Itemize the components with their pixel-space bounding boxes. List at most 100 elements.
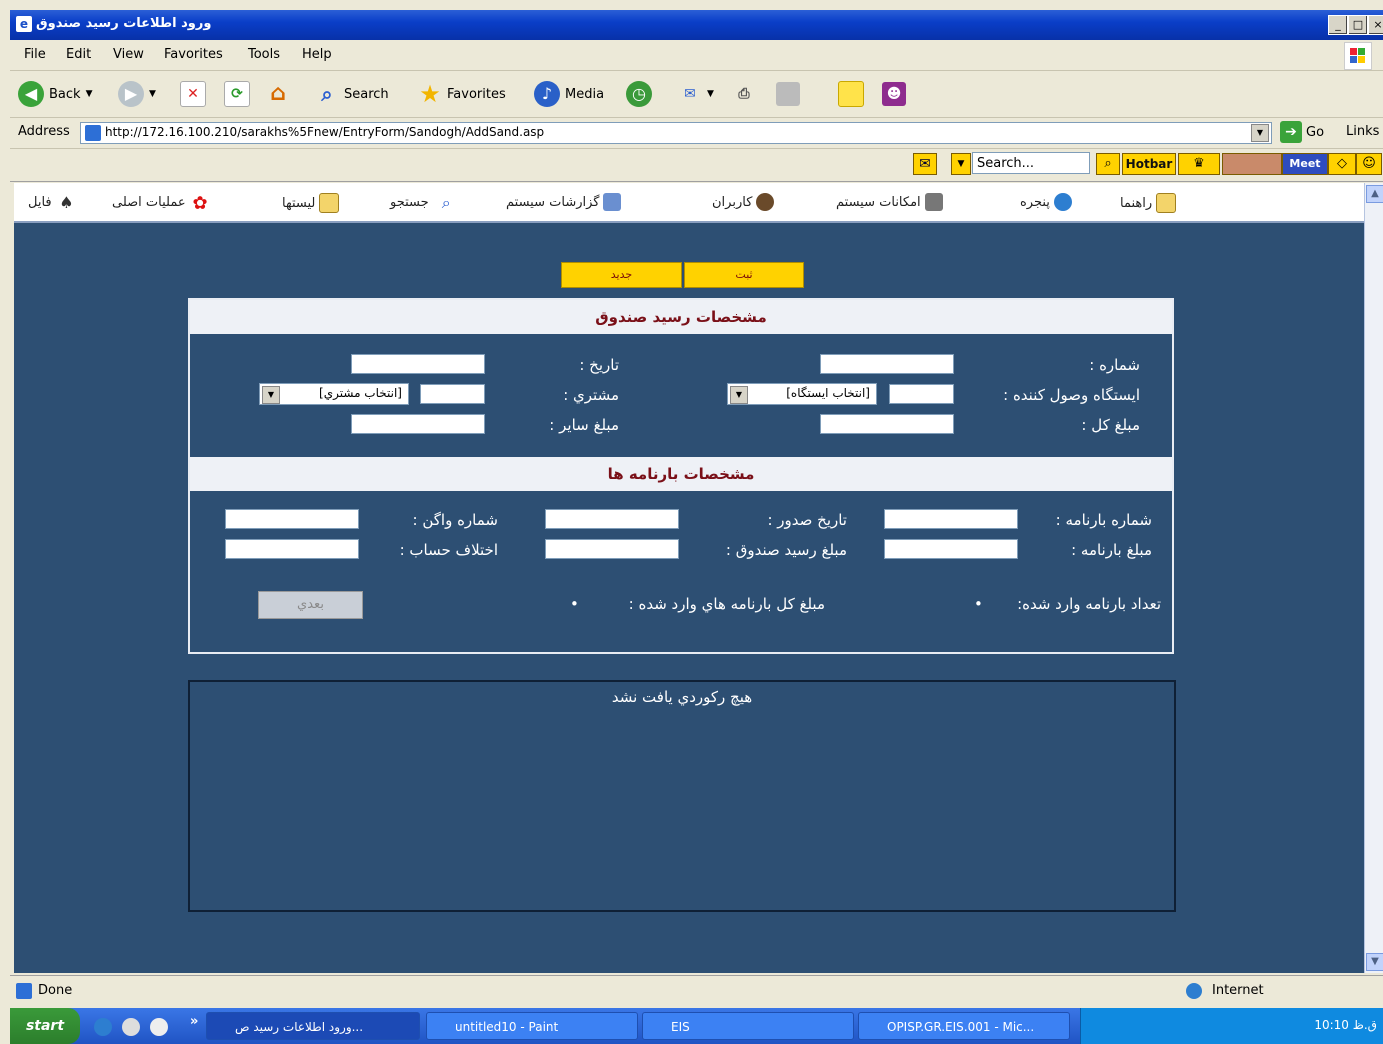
nav-window[interactable]: پنجره — [1020, 193, 1072, 211]
forward-arrow-icon: ▶ — [118, 81, 144, 107]
home-button[interactable]: ⌂ — [266, 79, 290, 109]
dropdown-arrow-icon: ▼ — [730, 386, 748, 404]
close-button[interactable]: × — [1368, 15, 1383, 35]
window-titlebar[interactable]: e ورود اطلاعات رسيد صندوق _ □ × — [10, 10, 1383, 40]
forward-button[interactable]: ▶ ▼ — [118, 79, 156, 109]
scroll-up-icon[interactable]: ▲ — [1366, 185, 1383, 203]
menu-help[interactable]: Help — [302, 47, 332, 62]
date-input[interactable] — [351, 354, 485, 374]
messenger-button[interactable]: ☻ — [882, 79, 906, 109]
mail-button[interactable]: ✉ ▼ — [678, 79, 714, 109]
menu-edit[interactable]: Edit — [66, 47, 91, 62]
receipt-amount-input[interactable] — [545, 539, 679, 559]
waybill-amount-input[interactable] — [884, 539, 1018, 559]
task-eis[interactable]: EIS — [642, 1012, 854, 1040]
go-button[interactable]: ➔ Go — [1280, 121, 1324, 143]
envelope-icon[interactable]: ✉ — [913, 153, 937, 175]
zone-text: Internet — [1212, 983, 1264, 998]
waybill-no-label: شماره بارنامه : — [1055, 511, 1152, 529]
nav-search[interactable]: ⌕ جستجو — [390, 193, 451, 212]
globe-icon — [1053, 193, 1072, 211]
refresh-button[interactable]: ⟳ — [224, 79, 250, 109]
task-paint[interactable]: untitled10 - Paint — [426, 1012, 638, 1040]
discuss-button[interactable] — [838, 79, 864, 109]
station-select[interactable]: ▼ [انتخاب ايستگاه] — [727, 383, 877, 405]
address-dropdown-icon[interactable]: ▼ — [1251, 124, 1269, 142]
dropdown-icon[interactable]: ▼ — [951, 153, 971, 175]
nav-system-reports[interactable]: گزارشات سیستم — [506, 193, 622, 211]
issue-date-input[interactable] — [545, 509, 679, 529]
print-icon: ⎙ — [738, 86, 750, 102]
desktop-icon[interactable] — [122, 1018, 140, 1036]
crown-icon[interactable]: ♛ — [1178, 153, 1220, 175]
edit-button[interactable] — [776, 79, 800, 109]
help-icon — [1156, 193, 1177, 213]
hotbar-logo[interactable]: Hotbar — [1122, 153, 1176, 175]
star-icon: ★ — [419, 80, 441, 108]
search-toolbar: ✉ ▼ Search... ⌕ Hotbar ♛ Meet ◇ ☺ — [10, 149, 1383, 182]
task-receipt[interactable]: ورود اطلاعات رسيد ص... — [206, 1012, 420, 1040]
media-player-icon[interactable] — [150, 1018, 168, 1036]
back-button[interactable]: ◀ Back ▼ — [18, 79, 92, 109]
scroll-down-icon[interactable]: ▼ — [1366, 953, 1383, 971]
search-button[interactable]: ⌕ Search — [315, 79, 388, 109]
total-input[interactable] — [820, 414, 954, 434]
page-icon — [85, 125, 101, 141]
new-button[interactable]: جديد — [561, 262, 682, 288]
magnifier-icon[interactable]: ⌕ — [1096, 153, 1120, 175]
menu-favorites[interactable]: Favorites — [164, 47, 223, 62]
number-input[interactable] — [820, 354, 954, 374]
other-amount-input[interactable] — [351, 414, 485, 434]
history-button[interactable]: ◷ — [626, 79, 652, 109]
results-grid: هيچ رکوردي يافت نشد — [188, 680, 1176, 912]
station-code-input[interactable] — [889, 384, 954, 404]
nav-file[interactable]: ♠ فایل — [28, 193, 74, 212]
waybill-no-input[interactable] — [884, 509, 1018, 529]
toolbar: ◀ Back ▼ ▶ ▼ ✕ ⟳ ⌂ ⌕ Search ★ Favorites ♪ … — [10, 71, 1383, 118]
list-icon — [319, 193, 340, 213]
chevron-icon[interactable]: » — [190, 1014, 198, 1029]
tools-icon — [924, 193, 943, 211]
receipt-section-title: مشخصات رسيد صندوق — [190, 300, 1172, 334]
media-button[interactable]: ♪ Media — [534, 79, 604, 109]
stop-button[interactable]: ✕ — [180, 79, 206, 109]
refresh-icon: ⟳ — [224, 81, 250, 107]
meet-button[interactable]: Meet — [1282, 153, 1328, 175]
vertical-scrollbar[interactable]: ▲ ▼ — [1364, 183, 1383, 973]
next-button[interactable]: بعدي — [258, 591, 363, 619]
total-label: مبلغ کل : — [1081, 416, 1140, 434]
customer-select[interactable]: ▼ [انتخاب مشتري] — [259, 383, 409, 405]
customer-code-input[interactable] — [420, 384, 485, 404]
number-label: شماره : — [1089, 356, 1140, 374]
maximize-button[interactable]: □ — [1348, 15, 1368, 35]
minimize-button[interactable]: _ — [1328, 15, 1348, 35]
waybill-amount-label: مبلغ بارنامه : — [1071, 541, 1152, 559]
submit-button[interactable]: ثبت — [684, 262, 804, 288]
faces-icon[interactable] — [1222, 153, 1282, 175]
wagon-no-label: شماره واگن : — [412, 511, 498, 529]
favorites-button[interactable]: ★ Favorites — [418, 79, 506, 109]
menu-bar: File Edit View Favorites Tools Help — [10, 40, 1383, 71]
wagon-no-input[interactable] — [225, 509, 359, 529]
menu-tools[interactable]: Tools — [248, 47, 280, 62]
media-icon: ♪ — [534, 81, 560, 107]
nav-lists[interactable]: لیستها — [282, 193, 340, 213]
smiley-icon[interactable]: ☺ — [1356, 153, 1382, 175]
account-diff-input[interactable] — [225, 539, 359, 559]
nav-main-ops[interactable]: ✿ عملیات اصلی — [112, 193, 208, 214]
menu-view[interactable]: View — [113, 47, 144, 62]
history-icon: ◷ — [626, 81, 652, 107]
address-input[interactable]: http://172.16.100.210/sarakhs%5Fnew/Entr… — [80, 122, 1272, 144]
ie-quicklaunch-icon[interactable] — [94, 1018, 112, 1036]
links-button[interactable]: Links — [1346, 124, 1379, 139]
start-button[interactable]: start — [10, 1008, 80, 1044]
print-button[interactable]: ⎙ — [732, 79, 756, 109]
nav-help[interactable]: راهنما — [1120, 193, 1177, 213]
web-search-input[interactable]: Search... — [972, 152, 1090, 174]
mail-icon: ✉ — [684, 86, 696, 102]
nav-users[interactable]: کاربران — [712, 193, 775, 211]
nav-system-facilities[interactable]: امکانات سیستم — [836, 193, 943, 211]
diamond-icon[interactable]: ◇ — [1328, 153, 1356, 175]
task-word[interactable]: OPISP.GR.EIS.001 - Mic... — [858, 1012, 1070, 1040]
menu-file[interactable]: File — [24, 47, 46, 62]
